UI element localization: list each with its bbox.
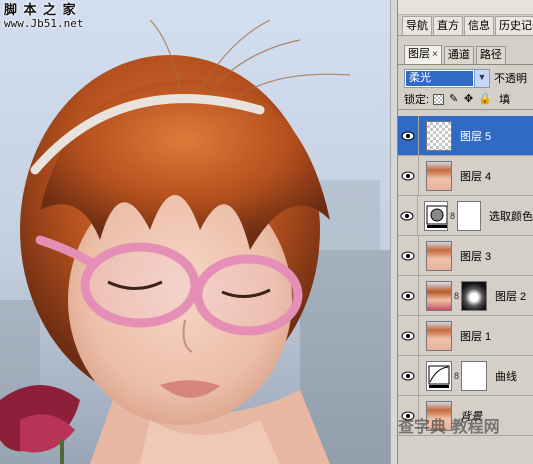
blend-mode-value: 柔光: [406, 70, 473, 86]
tab-info[interactable]: 信息: [464, 16, 494, 35]
curves-icon: [426, 360, 452, 391]
link-icon[interactable]: 8: [448, 211, 456, 221]
layer-row[interactable]: 8 选取颜色: [398, 196, 533, 236]
girl-portrait-image: [0, 0, 390, 464]
layer-row[interactable]: 图层 3: [398, 236, 533, 276]
lock-move-icon[interactable]: ✥: [463, 93, 474, 105]
link-icon[interactable]: 8: [452, 371, 461, 381]
layer-panel-tabs: 图层 × 通道 路径: [398, 45, 533, 65]
layer-mask-thumbnail: [461, 280, 487, 311]
layer-row[interactable]: 8 图层 2: [398, 276, 533, 316]
blend-mode-row: 柔光 ▼ 不透明: [398, 67, 533, 89]
eye-icon[interactable]: [398, 156, 419, 195]
lock-label: 锁定:: [404, 94, 430, 106]
opacity-label: 不透明: [494, 73, 527, 85]
fill-label: 填: [499, 94, 511, 106]
layer-mask-thumbnail: [456, 200, 481, 231]
layer-name[interactable]: 曲线: [495, 368, 517, 384]
tab-paths[interactable]: 路径: [475, 46, 506, 64]
layer-row[interactable]: 图层 1: [398, 316, 533, 356]
blend-mode-select[interactable]: 柔光 ▼: [404, 68, 490, 88]
eye-icon[interactable]: [398, 116, 419, 155]
layer-thumbnail: [426, 240, 452, 271]
panel-title-strip: [398, 0, 533, 15]
layer-name[interactable]: 图层 5: [460, 128, 491, 144]
lock-row: 锁定: ✎ ✥ 🔒 填: [398, 89, 533, 110]
tab-layers[interactable]: 图层 ×: [404, 45, 442, 64]
eye-icon[interactable]: [398, 236, 419, 275]
eye-icon[interactable]: [398, 316, 419, 355]
layer-thumbnail: [426, 280, 452, 311]
layer-thumbnail: [426, 120, 452, 151]
header-tabs: 导航 直方 信息 历史记录: [398, 15, 533, 36]
tab-history[interactable]: 历史记录: [495, 16, 533, 35]
selective-color-icon: [424, 200, 449, 231]
tab-navigator[interactable]: 导航: [402, 16, 432, 35]
layer-mask-thumbnail: [461, 360, 487, 391]
bottom-watermark: 查字典 教程网: [398, 417, 500, 436]
panel-divider[interactable]: [390, 0, 398, 464]
layer-thumbnail: [426, 160, 452, 191]
lock-transparency-icon[interactable]: [433, 93, 445, 105]
chevron-down-icon[interactable]: ▼: [474, 69, 489, 87]
layer-thumbnail: [426, 320, 452, 351]
eye-icon[interactable]: [398, 196, 418, 235]
layer-row[interactable]: 8 曲线: [398, 356, 533, 396]
close-icon[interactable]: ×: [432, 49, 438, 60]
lock-all-icon[interactable]: 🔒: [478, 93, 492, 105]
layer-list: 图层 5 图层 4 8 选取颜色 图层 3 8 图层 2 图层 1 8 曲线 背…: [398, 116, 533, 436]
layers-panel: 导航 直方 信息 历史记录 图层× 通道 路径 柔光 ▼ 不透明 锁定: ✎ ✥…: [398, 0, 533, 464]
tab-channels[interactable]: 通道: [443, 46, 474, 64]
canvas-photo: 脚 本 之 家 www.Jb51.net: [0, 0, 390, 464]
watermark-url: www.Jb51.net: [4, 17, 84, 31]
layer-name[interactable]: 图层 4: [460, 168, 491, 184]
eye-icon[interactable]: [398, 276, 419, 315]
site-watermark: 脚 本 之 家 www.Jb51.net: [4, 3, 84, 31]
eye-icon[interactable]: [398, 356, 419, 395]
layer-row[interactable]: 图层 5: [398, 116, 533, 156]
layer-name[interactable]: 选取颜色: [489, 208, 533, 224]
layer-row[interactable]: 背景 查字典 教程网: [398, 396, 533, 436]
layer-row[interactable]: 图层 4: [398, 156, 533, 196]
link-icon[interactable]: 8: [452, 291, 461, 301]
layer-name[interactable]: 图层 2: [495, 288, 526, 304]
layer-name[interactable]: 图层 1: [460, 328, 491, 344]
tab-histogram[interactable]: 直方: [433, 16, 463, 35]
lock-brush-icon[interactable]: ✎: [448, 93, 459, 105]
layer-name[interactable]: 图层 3: [460, 248, 491, 264]
tab-layers-label: 图层: [408, 48, 430, 60]
